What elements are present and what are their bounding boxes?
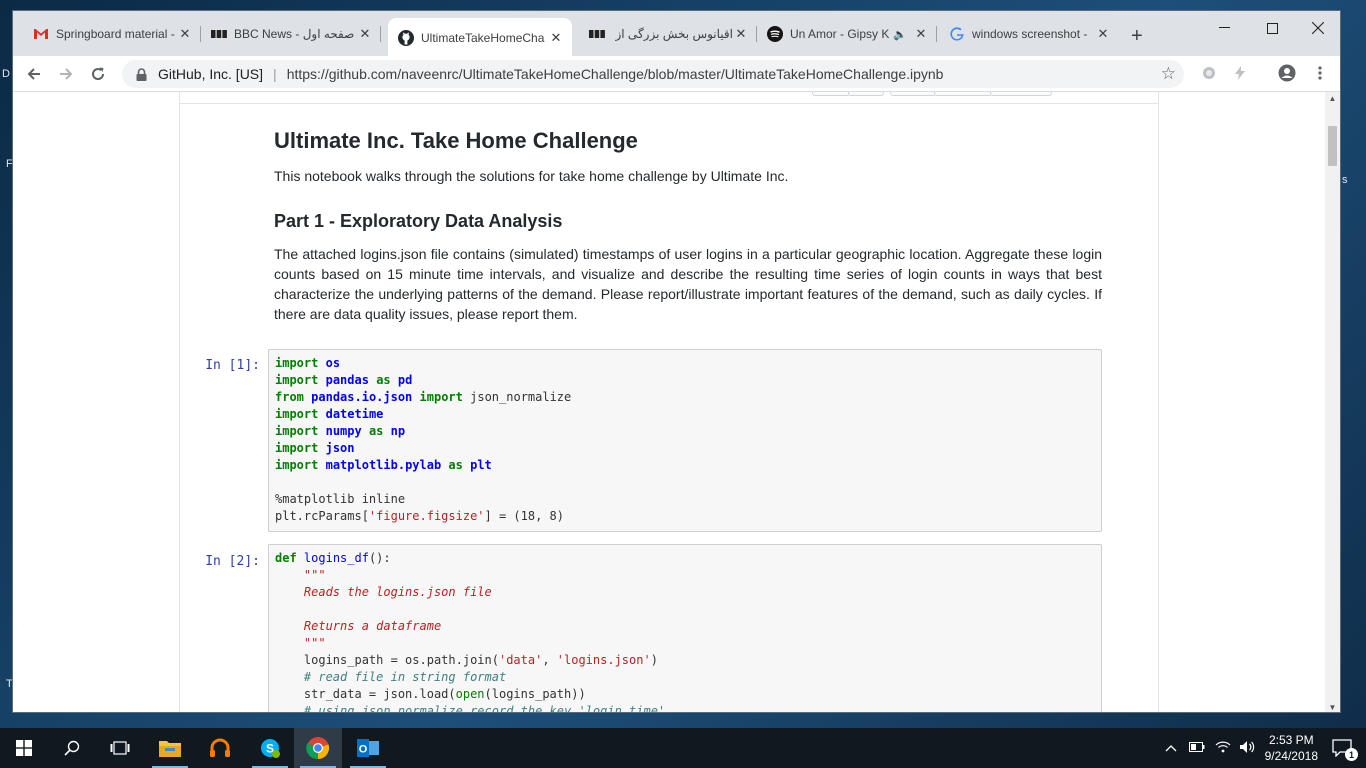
cell-prompt: In [1]: <box>205 358 260 373</box>
scroll-up-icon[interactable]: ▲ <box>1325 94 1340 103</box>
tab-springboard[interactable]: Springboard material - ✕ <box>23 20 201 48</box>
browser-toolbar: GitHub, Inc. [US] | https://github.com/n… <box>13 56 1340 92</box>
close-icon[interactable]: ✕ <box>548 30 564 46</box>
reload-button[interactable] <box>85 61 111 87</box>
code-cell-logins-df[interactable]: def logins_df(): """ Reads the logins.js… <box>268 544 1102 712</box>
address-separator: | <box>273 66 277 82</box>
system-tray: 2:53 PM 9/24/2018 1 <box>1165 728 1366 768</box>
address-bar[interactable]: GitHub, Inc. [US] | https://github.com/n… <box>122 60 1184 88</box>
close-icon[interactable]: ✕ <box>733 26 749 42</box>
bbc-icon <box>589 26 605 42</box>
close-icon[interactable]: ✕ <box>177 26 193 42</box>
bbc-icon <box>211 26 227 42</box>
tab-google-search[interactable]: windows screenshot - ✕ <box>939 20 1119 48</box>
intro-paragraph: This notebook walks through the solution… <box>274 168 789 184</box>
extension-circle-icon[interactable] <box>1198 62 1220 84</box>
toolbar-button[interactable] <box>934 92 992 96</box>
spotify-icon <box>767 26 783 42</box>
github-icon <box>398 30 414 46</box>
code-cell-imports[interactable]: import os import pandas as pd from panda… <box>268 349 1102 532</box>
tab-spotify[interactable]: Un Amor - Gipsy K 🔈 ✕ <box>757 20 937 48</box>
back-button[interactable] <box>21 61 47 87</box>
tab-title: BBC News - صفحه اول <box>234 27 355 41</box>
clock-date: 9/24/2018 <box>1264 749 1318 763</box>
search-icon[interactable] <box>48 728 96 768</box>
toolbar-button[interactable] <box>812 92 850 96</box>
maximize-button[interactable] <box>1249 13 1295 43</box>
star-icon[interactable]: ☆ <box>1161 64 1176 84</box>
minimize-button[interactable] <box>1201 13 1247 43</box>
lock-icon <box>134 67 148 81</box>
forward-button[interactable] <box>53 61 79 87</box>
action-center-icon[interactable]: 1 <box>1332 739 1358 761</box>
windows-start-icon[interactable] <box>0 728 48 768</box>
close-icon[interactable]: ✕ <box>357 26 373 42</box>
page-scrollbar[interactable]: ▲ ▼ <box>1325 92 1340 712</box>
tab-bbc-news[interactable]: BBC News - صفحه اول ✕ <box>201 20 381 48</box>
chrome-icon[interactable] <box>294 728 342 768</box>
speaker-icon[interactable]: 🔈 <box>893 28 907 41</box>
scrollbar-thumb[interactable] <box>1328 126 1337 166</box>
volume-icon[interactable] <box>1239 740 1255 757</box>
close-icon[interactable]: ✕ <box>913 26 929 42</box>
tab-title: Un Amor - Gipsy K <box>790 27 890 41</box>
taskbar: S O 2:53 PM 9/24/2018 1 <box>0 728 1366 768</box>
tab-bbc-ocean[interactable]: اقیانوس بخش بزرگی از ز ✕ <box>579 20 757 48</box>
part1-heading: Part 1 - Exploratory Data Analysis <box>274 211 563 231</box>
tab-divider <box>380 26 381 42</box>
toolbar-button[interactable] <box>848 92 884 96</box>
close-window-button[interactable] <box>1295 13 1340 43</box>
wifi-icon[interactable] <box>1215 741 1231 756</box>
site-identity[interactable]: GitHub, Inc. [US] <box>158 66 263 82</box>
clock-time: 2:53 PM <box>1268 733 1314 747</box>
cell-prompt: In [2]: <box>205 554 260 569</box>
url-text[interactable]: https://github.com/naveenrc/UltimateTake… <box>287 66 944 82</box>
toolbar-button[interactable] <box>890 92 936 96</box>
svg-text:O: O <box>359 744 368 756</box>
notebook-frame: Ultimate Inc. Take Home Challenge This n… <box>179 92 1159 712</box>
part1-paragraph: The attached logins.json file contains (… <box>274 246 1102 322</box>
account-icon[interactable] <box>1276 62 1298 84</box>
outlook-icon[interactable]: O <box>344 728 392 768</box>
menu-icon[interactable] <box>1309 62 1331 84</box>
tab-github-notebook[interactable]: UltimateTakeHomeCha ✕ <box>388 18 572 56</box>
battery-icon[interactable] <box>1188 741 1205 755</box>
page-viewport: Ultimate Inc. Take Home Challenge This n… <box>13 92 1327 712</box>
system-clock[interactable]: 2:53 PM 9/24/2018 <box>1265 732 1318 764</box>
close-icon[interactable]: ✕ <box>1095 26 1111 42</box>
new-tab-button[interactable]: + <box>1131 25 1143 48</box>
toolbar-button[interactable] <box>990 92 1052 96</box>
google-icon <box>949 26 965 42</box>
chevron-up-icon[interactable] <box>1165 741 1177 755</box>
file-explorer-icon[interactable] <box>146 728 194 768</box>
notification-badge: 1 <box>1345 748 1358 761</box>
tab-title: اقیانوس بخش بزرگی از ز <box>612 27 733 41</box>
tab-title: UltimateTakeHomeCha <box>421 31 545 45</box>
notebook-title: Ultimate Inc. Take Home Challenge <box>274 128 638 153</box>
task-view-icon[interactable] <box>96 728 144 768</box>
extension-bolt-icon[interactable] <box>1229 62 1251 84</box>
tab-title: windows screenshot - <box>972 27 1088 41</box>
gmail-icon <box>33 26 49 42</box>
tab-title: Springboard material - <box>56 27 175 41</box>
tab-strip: Springboard material - ✕ BBC News - صفحه… <box>13 11 1340 56</box>
scroll-down-icon[interactable]: ▼ <box>1325 703 1340 712</box>
headphones-app-icon[interactable] <box>196 728 244 768</box>
browser-window: Springboard material - ✕ BBC News - صفحه… <box>12 10 1341 713</box>
skype-icon[interactable]: S <box>246 728 294 768</box>
tab-divider <box>936 26 937 42</box>
notebook-toolbar <box>180 92 1158 104</box>
desktop-icon-label[interactable]: s <box>1342 174 1354 186</box>
